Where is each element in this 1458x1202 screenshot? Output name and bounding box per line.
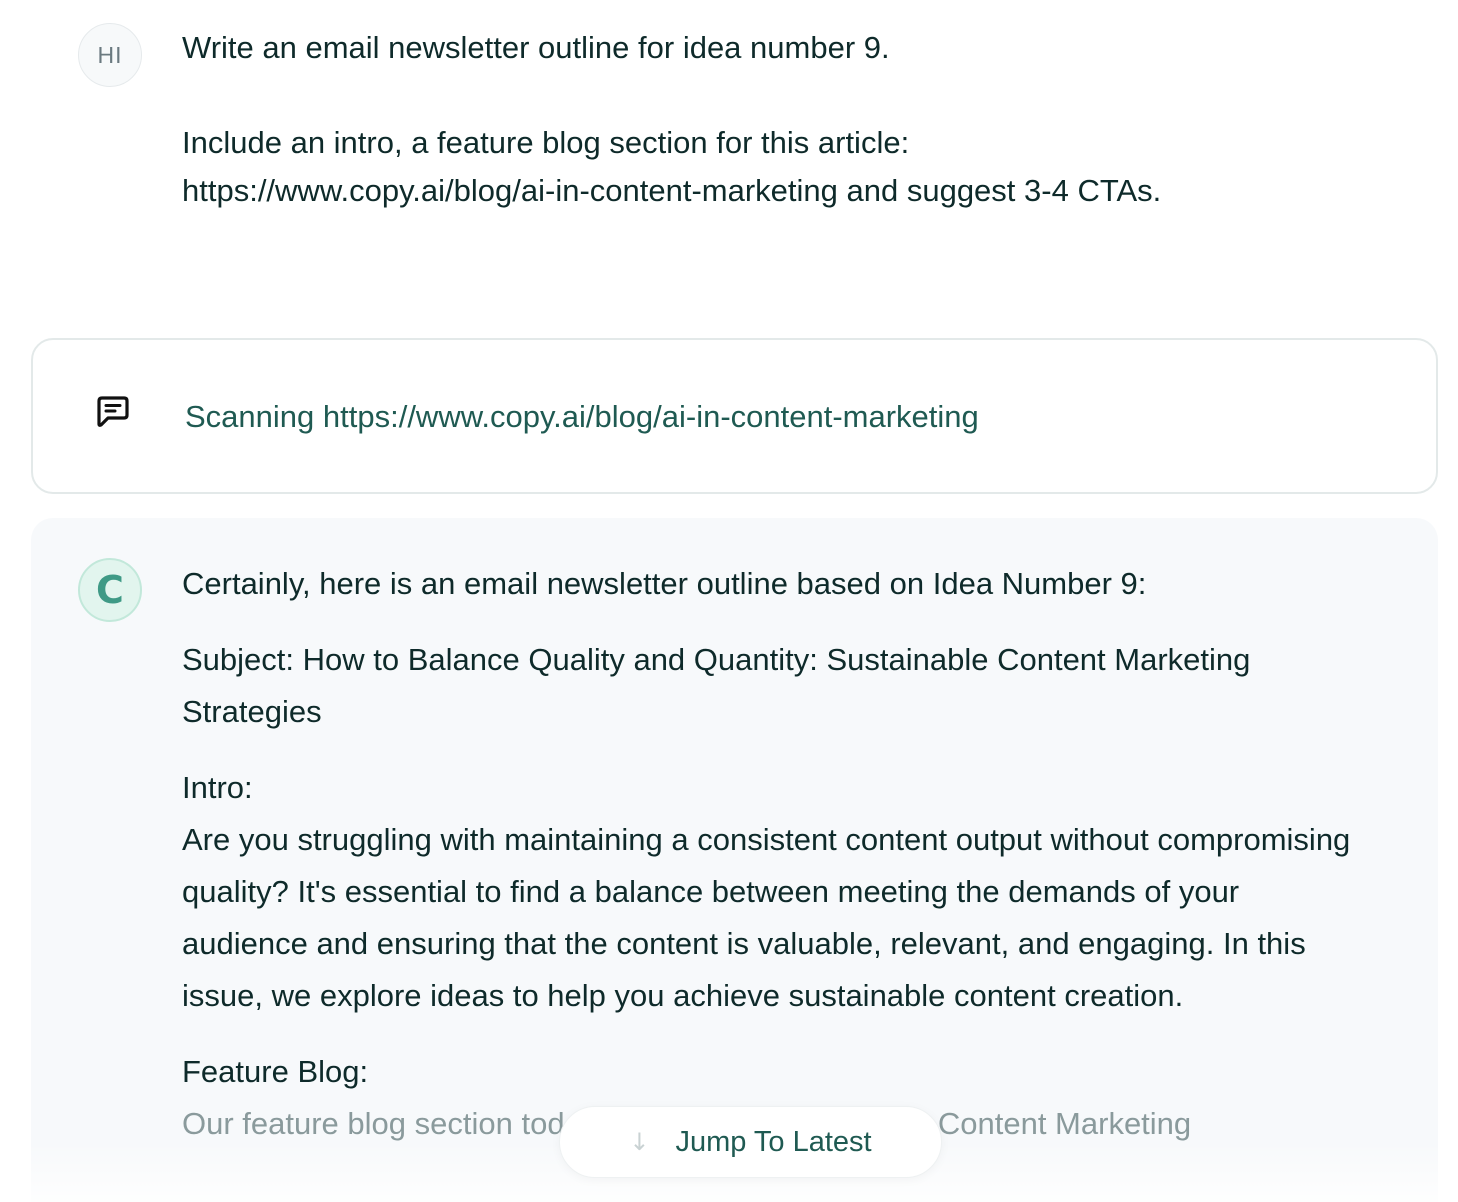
user-message-text: Write an email newsletter outline for id… — [182, 24, 1362, 215]
assistant-message-text: Certainly, here is an email newsletter o… — [182, 558, 1372, 1174]
assistant-message: C Certainly, here is an email newsletter… — [31, 518, 1438, 1202]
jump-to-latest-label: Jump To Latest — [675, 1125, 872, 1158]
user-message-paragraph: Include an intro, a feature blog section… — [182, 125, 1162, 208]
scanning-status-card: Scanning https://www.copy.ai/blog/ai-in-… — [31, 338, 1438, 494]
scanning-status-text: Scanning https://www.copy.ai/blog/ai-in-… — [185, 399, 979, 434]
arrow-down-icon: ↓ — [629, 1128, 650, 1156]
feature-blog-heading: Feature Blog: — [182, 1054, 369, 1089]
intro-body: Are you struggling with maintaining a co… — [182, 822, 1351, 1013]
assistant-avatar: C — [78, 558, 142, 622]
user-message-paragraph: Write an email newsletter outline for id… — [182, 30, 890, 65]
chat-page: HI Write an email newsletter outline for… — [0, 0, 1458, 1202]
chat-bubble-icon — [97, 396, 129, 427]
user-message: HI Write an email newsletter outline for… — [0, 0, 1458, 300]
user-avatar: HI — [78, 23, 142, 87]
jump-to-latest-button[interactable]: ↓ Jump To Latest — [559, 1106, 942, 1178]
intro-heading: Intro: — [182, 770, 253, 805]
assistant-intro-line: Certainly, here is an email newsletter o… — [182, 566, 1147, 601]
assistant-avatar-letter: C — [96, 568, 124, 612]
newsletter-subject: Subject: How to Balance Quality and Quan… — [182, 642, 1251, 729]
user-avatar-initials: HI — [97, 41, 123, 68]
